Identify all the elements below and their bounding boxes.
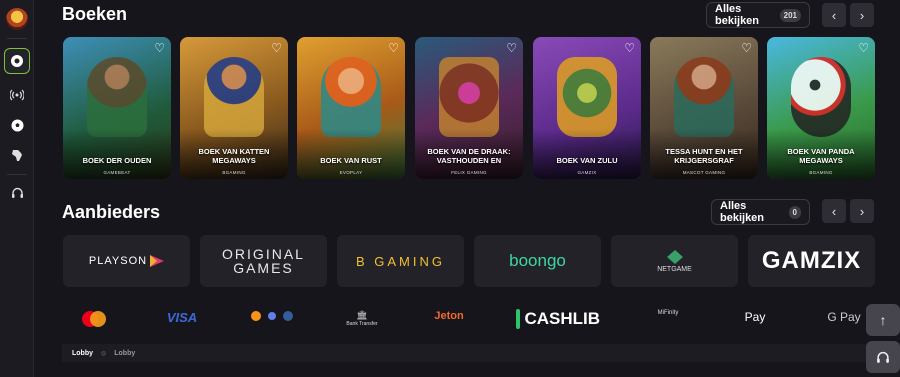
provider-name: NETGAME [657,265,692,273]
game-artwork [791,57,851,137]
breadcrumb-separator-icon: ◎ [101,350,107,357]
playson-logo-icon [150,255,165,267]
favorite-heart-icon[interactable]: ♡ [624,41,635,55]
provider-tile-bgaming[interactable]: B GAMING [337,235,464,287]
provider-tile-gamzix[interactable]: GAMZIX [748,235,875,287]
game-card[interactable]: ♡ BOEK VAN RUST EVOPLAY [297,37,405,179]
football-icon[interactable] [4,112,30,138]
game-card[interactable]: ♡ BOEK VAN DE DRAAK: VASTHOUDEN EN FELIX… [415,37,523,179]
providers-section-title: Aanbieders [62,202,161,222]
providers-count-badge: 0 [788,205,801,219]
game-card[interactable]: ♡ BOEK VAN ZULU GAMZIX [533,37,641,179]
jeton-logo: Jeton [434,310,464,322]
support-chat-button[interactable] [866,341,900,373]
cashlib-icon [516,309,521,329]
books-next-button[interactable]: › [850,3,874,27]
providers-next-button[interactable]: › [850,199,874,223]
provider-name: B GAMING [355,253,445,269]
netgame-logo-icon [666,249,683,264]
live-broadcast-icon[interactable] [4,82,30,108]
game-provider: BGAMING [809,170,833,175]
game-provider: EVOPLAY [339,170,363,175]
headset-icon [877,351,889,363]
provider-tile-playson[interactable]: PLAYSON [63,235,190,287]
view-all-label: Alles bekijken [715,3,760,27]
game-provider: FELIX GAMING [451,170,487,175]
bank-icon: 🏛 [356,310,368,320]
chevron-right-icon: › [859,7,865,23]
chevron-right-icon: › [859,203,865,219]
favorite-heart-icon[interactable]: ♡ [388,41,399,55]
chevron-left-icon: ‹ [831,7,837,23]
game-artwork [87,57,147,137]
game-artwork [439,57,499,137]
breadcrumb: Lobby ◎ Lobby [62,344,866,362]
provider-tile-original-games[interactable]: ORIGINAL GAMES [200,235,327,287]
bank-transfer-logo: 🏛 Bank Transfer [346,310,378,327]
game-provider: GAMEBEAT [103,170,131,175]
game-title: BOEK VAN ZULU [556,156,618,165]
game-provider: BGAMING [222,170,246,175]
provider-name: GAMZIX [761,247,862,274]
scroll-to-top-button[interactable]: ↑ [866,304,900,336]
providers-view-all-button[interactable]: Alles bekijken 0 [711,199,810,225]
books-section-title: Boeken [62,4,128,24]
africa-map-icon[interactable] [4,142,30,168]
game-card[interactable]: ♡ BOEK DER OUDEN GAMEBEAT [63,37,171,179]
sidebar [0,0,34,377]
mastercard-logo [80,310,108,328]
game-provider: MASCOT GAMING [682,170,726,175]
provider-tile-netgame[interactable]: NETGAME [611,235,738,287]
game-title: BOEK VAN PANDA MEGAWAYS [787,147,855,165]
provider-name: ORIGINAL GAMES [222,246,305,276]
game-title: TESSA HUNT EN HET KRIJGERSGRAF [665,147,743,165]
favorite-heart-icon[interactable]: ♡ [858,41,869,55]
books-prev-button[interactable]: ‹ [822,3,846,27]
apple-pay-logo: Pay [744,310,766,324]
books-view-all-button[interactable]: Alles bekijken 201 [706,2,810,28]
favorite-heart-icon[interactable]: ♡ [741,41,752,55]
favorite-heart-icon[interactable]: ♡ [506,41,517,55]
breadcrumb-item-lobby[interactable]: Lobby [72,350,93,357]
mifinity-logo: MiFinity [657,310,679,316]
cashlib-logo: CASHLIB [516,307,600,331]
game-title: BOEK VAN DE DRAAK: VASTHOUDEN EN [427,147,511,165]
google-pay-logo: G Pay [827,310,861,324]
game-title: BOEK VAN RUST [320,156,382,165]
chevron-left-icon: ‹ [831,203,837,219]
sidebar-divider [7,174,27,175]
provider-name: boongo [509,251,566,270]
favorite-heart-icon[interactable]: ♡ [154,41,165,55]
arrow-up-icon: ↑ [879,312,887,328]
provider-name: PLAYSON [88,255,148,267]
casino-icon[interactable] [4,48,30,74]
breadcrumb-item-current: Lobby [114,349,136,357]
game-card[interactable]: ♡ BOEK VAN KATTEN MEGAWAYS BGAMING [180,37,288,179]
sidebar-divider [7,38,27,39]
game-artwork [321,57,381,137]
view-all-label: Alles bekijken [720,200,765,224]
provider-tile-booongo[interactable]: boongo [474,235,601,287]
game-title: BOEK VAN KATTEN MEGAWAYS [198,147,270,165]
game-provider: GAMZIX [577,170,597,175]
game-title: BOEK DER OUDEN [82,156,152,165]
game-artwork [204,57,264,137]
favorite-heart-icon[interactable]: ♡ [271,41,282,55]
crypto-logos [250,310,294,322]
game-artwork [674,57,734,137]
game-card[interactable]: ♡ TESSA HUNT EN HET KRIJGERSGRAF MASCOT … [650,37,758,179]
headset-icon[interactable] [4,180,30,206]
brand-logo[interactable] [6,8,28,30]
game-card[interactable]: ♡ BOEK VAN PANDA MEGAWAYS BGAMING [767,37,875,179]
books-count-badge: 201 [779,8,801,22]
providers-prev-button[interactable]: ‹ [822,199,846,223]
game-artwork [557,57,617,137]
visa-logo: VISA [166,310,198,325]
